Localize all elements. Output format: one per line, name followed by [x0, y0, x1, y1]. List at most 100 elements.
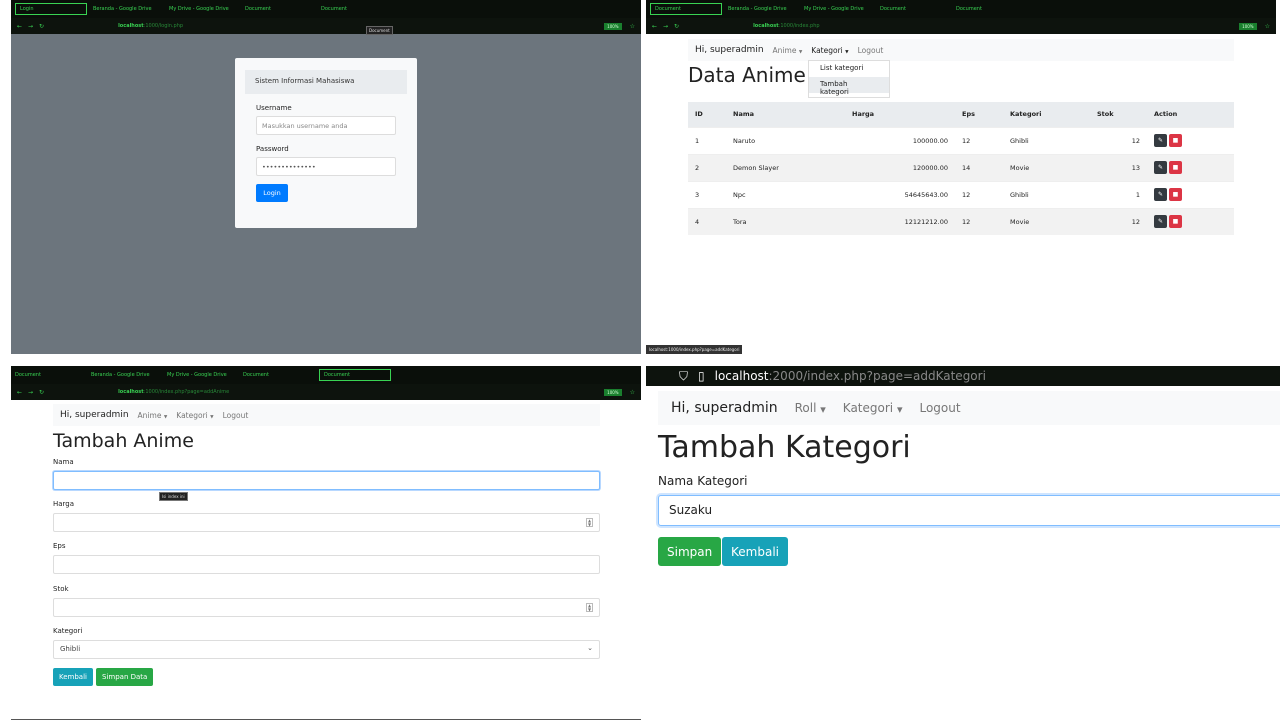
app-navbar: Hi, superadmin Anime ▼ Kategori ▼ Logout	[688, 39, 1234, 61]
browser-tab[interactable]: Document	[15, 372, 85, 378]
zoom-badge[interactable]: 100%	[1239, 22, 1257, 30]
nav-anime-menu[interactable]: Anime ▼	[138, 411, 168, 420]
harga-label: Harga	[53, 500, 75, 508]
browser-url-bar[interactable]: ←→↻ localhost:1000/index.php 100% ☆	[646, 18, 1276, 34]
nama-kategori-input[interactable]: Suzaku	[658, 495, 1280, 526]
zoom-badge[interactable]: 100%	[604, 388, 622, 396]
zoom-badge[interactable]: 100%	[604, 22, 622, 30]
browser-tab[interactable]: Document	[880, 6, 950, 12]
trash-icon[interactable]: ■	[1169, 134, 1182, 147]
star-icon[interactable]: ☆	[1265, 23, 1270, 30]
url-text[interactable]: localhost:1000/login.php	[118, 23, 183, 29]
dropdown-item-list-kategori[interactable]: List kategori	[809, 61, 889, 77]
col-kategori: Kategori	[1003, 102, 1090, 127]
caret-down-icon: ▼	[798, 49, 803, 55]
browser-tab-bar: Document Beranda - Google Drive My Drive…	[11, 366, 641, 384]
edit-icon[interactable]: ✎	[1154, 188, 1167, 201]
edit-icon[interactable]: ✎	[1154, 215, 1167, 229]
dropdown-item-tambah-kategori[interactable]: Tambah kategori	[809, 77, 889, 96]
stok-label: Stok	[53, 585, 69, 593]
nav-kategori-menu[interactable]: Kategori ▼	[176, 411, 213, 420]
login-screenshot: Login Beranda - Google Drive My Drive - …	[11, 0, 641, 354]
input-tooltip: Isi index ini	[159, 492, 188, 501]
browser-tab[interactable]: Beranda - Google Drive	[728, 6, 798, 12]
nav-logout-link[interactable]: Logout	[919, 401, 960, 415]
caret-down-icon: ▼	[896, 405, 903, 414]
tab-tooltip: Document	[366, 26, 393, 35]
table-row: 1 Naruto 100000.00 12 Ghibli 12 ✎ ■	[688, 126, 1234, 154]
nav-anime-menu[interactable]: Anime ▼	[773, 46, 803, 55]
nav-logout-link[interactable]: Logout	[223, 411, 249, 420]
col-nama: Nama	[726, 102, 845, 127]
page-title: Tambah Kategori	[658, 430, 911, 465]
browser-tab[interactable]: Document	[319, 369, 391, 381]
nav-greeting: Hi, superadmin	[60, 410, 129, 420]
trash-icon[interactable]: ■	[1169, 161, 1182, 174]
col-id: ID	[688, 102, 726, 127]
kategori-select[interactable]: Ghibli ⌄	[53, 640, 600, 659]
anime-list-screenshot: Document Beranda - Google Drive My Drive…	[646, 0, 1276, 354]
page-icon: ▯	[698, 369, 705, 383]
browser-url-bar[interactable]: ⛉ ▯ localhost:2000/index.php?page=addKat…	[646, 366, 1280, 386]
nav-greeting: Hi, superadmin	[671, 400, 778, 416]
caret-down-icon: ▼	[163, 414, 168, 420]
password-input[interactable]: ••••••••••••••	[256, 157, 396, 176]
table-row: 4 Tora 12121212.00 12 Movie 12 ✎ ■	[688, 207, 1234, 235]
username-input[interactable]: Masukkan username anda	[256, 116, 396, 135]
shield-icon: ⛉	[679, 368, 689, 383]
spinner-icon[interactable]: ▲ ▼	[586, 518, 593, 527]
browser-tab[interactable]: Document	[245, 6, 315, 12]
col-action: Action	[1147, 102, 1234, 127]
col-harga: Harga	[845, 102, 955, 127]
star-icon[interactable]: ☆	[630, 389, 635, 396]
simpan-button[interactable]: Simpan	[658, 537, 722, 566]
edit-icon[interactable]: ✎	[1154, 134, 1167, 147]
col-eps: Eps	[955, 102, 1003, 127]
trash-icon[interactable]: ■	[1169, 215, 1182, 229]
kembali-button[interactable]: Kembali	[53, 668, 93, 686]
app-navbar: Hi, superadmin Roll ▼ Kategori ▼ Logout	[658, 391, 1280, 425]
login-button[interactable]: Login	[256, 184, 288, 202]
app-navbar: Hi, superadmin Anime ▼ Kategori ▼ Logout	[53, 404, 600, 426]
url-text[interactable]: localhost:2000/index.php?page=addKategor…	[715, 369, 986, 383]
kembali-button[interactable]: Kembali	[722, 537, 788, 566]
nama-input[interactable]	[53, 471, 600, 490]
trash-icon[interactable]: ■	[1169, 188, 1182, 201]
nav-kategori-menu[interactable]: Kategori ▼	[843, 401, 903, 415]
anime-table: ID Nama Harga Eps Kategori Stok Action 1…	[688, 102, 1234, 235]
nav-arrows-icon[interactable]: ←→↻	[17, 23, 50, 30]
stok-input[interactable]: ▲ ▼	[53, 598, 600, 617]
browser-url-bar[interactable]: ←→↻ localhost:1000/login.php 100% ☆	[11, 18, 641, 34]
browser-tab[interactable]: Document	[243, 372, 313, 378]
harga-input[interactable]: ▲ ▼	[53, 513, 600, 532]
nav-roll-menu[interactable]: Roll ▼	[795, 401, 826, 415]
simpan-data-button[interactable]: Simpan Data	[96, 668, 154, 686]
add-kategori-screenshot: ⛉ ▯ localhost:2000/index.php?page=addKat…	[646, 366, 1280, 720]
browser-url-bar[interactable]: ←→↻ localhost:1000/index.php?page=addAni…	[11, 384, 641, 400]
browser-tab[interactable]: My Drive - Google Drive	[169, 6, 239, 12]
eps-input[interactable]	[53, 555, 600, 574]
nav-arrows-icon[interactable]: ←→↻	[652, 23, 685, 30]
browser-tab[interactable]: My Drive - Google Drive	[167, 372, 237, 378]
edit-icon[interactable]: ✎	[1154, 161, 1167, 174]
url-text[interactable]: localhost:1000/index.php?page=addAnime	[118, 389, 229, 395]
browser-tab[interactable]: Beranda - Google Drive	[93, 6, 163, 12]
browser-tab[interactable]: Login	[15, 3, 87, 15]
browser-tab[interactable]: My Drive - Google Drive	[804, 6, 874, 12]
nav-greeting: Hi, superadmin	[695, 45, 764, 55]
browser-tab[interactable]: Beranda - Google Drive	[91, 372, 161, 378]
card-title: Sistem Informasi Mahasiswa	[245, 70, 407, 94]
browser-tab[interactable]: Document	[956, 6, 1026, 12]
browser-tab[interactable]: Document	[650, 3, 722, 15]
browser-tab[interactable]: Document	[321, 6, 391, 12]
password-label: Password	[256, 145, 289, 153]
url-text[interactable]: localhost:1000/index.php	[753, 23, 819, 29]
caret-down-icon: ▼	[845, 49, 849, 55]
table-header-row: ID Nama Harga Eps Kategori Stok Action	[688, 102, 1234, 127]
nav-logout-link[interactable]: Logout	[858, 46, 884, 55]
link-status-bar: localhost:1000/index.php?page=addKategor…	[646, 345, 743, 354]
star-icon[interactable]: ☆	[630, 23, 635, 30]
nav-kategori-menu[interactable]: Kategori ▼	[811, 46, 848, 55]
spinner-icon[interactable]: ▲ ▼	[586, 603, 593, 612]
nav-arrows-icon[interactable]: ←→↻	[17, 389, 50, 396]
